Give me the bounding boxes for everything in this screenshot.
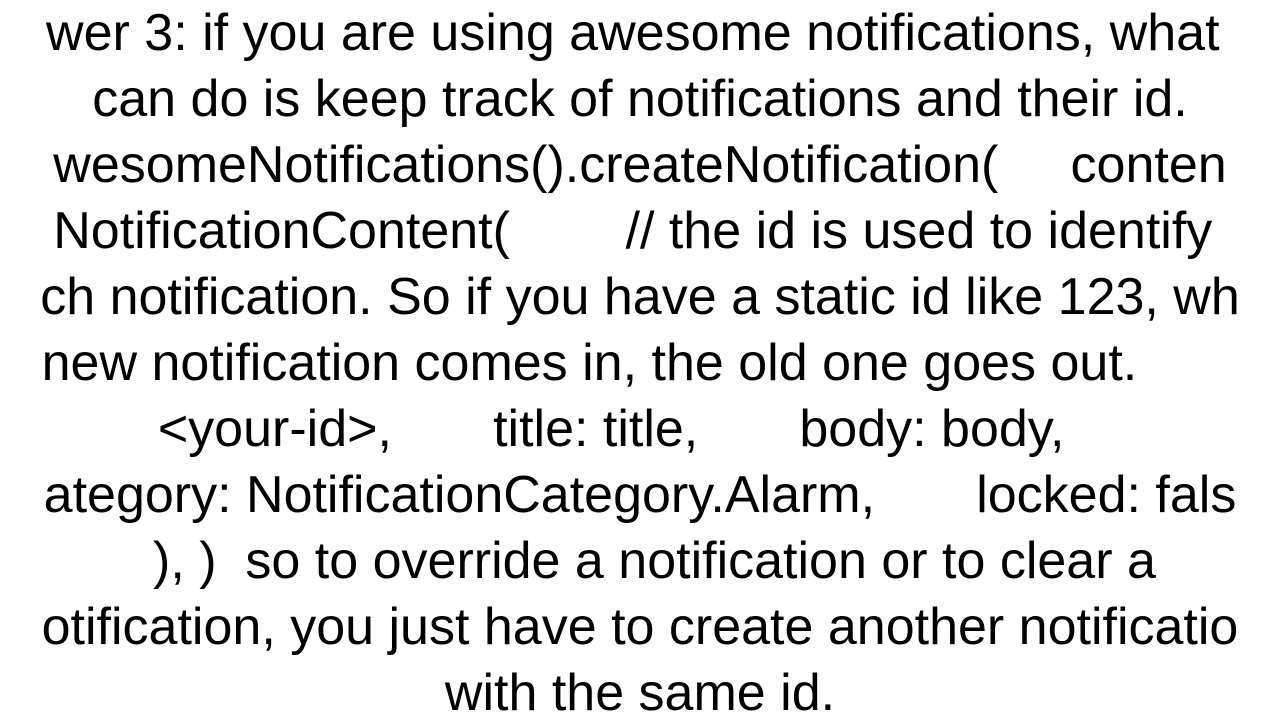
document-text: wer 3: if you are using awesome notifica…: [40, 0, 1240, 726]
document-viewport: wer 3: if you are using awesome notifica…: [0, 0, 1280, 720]
